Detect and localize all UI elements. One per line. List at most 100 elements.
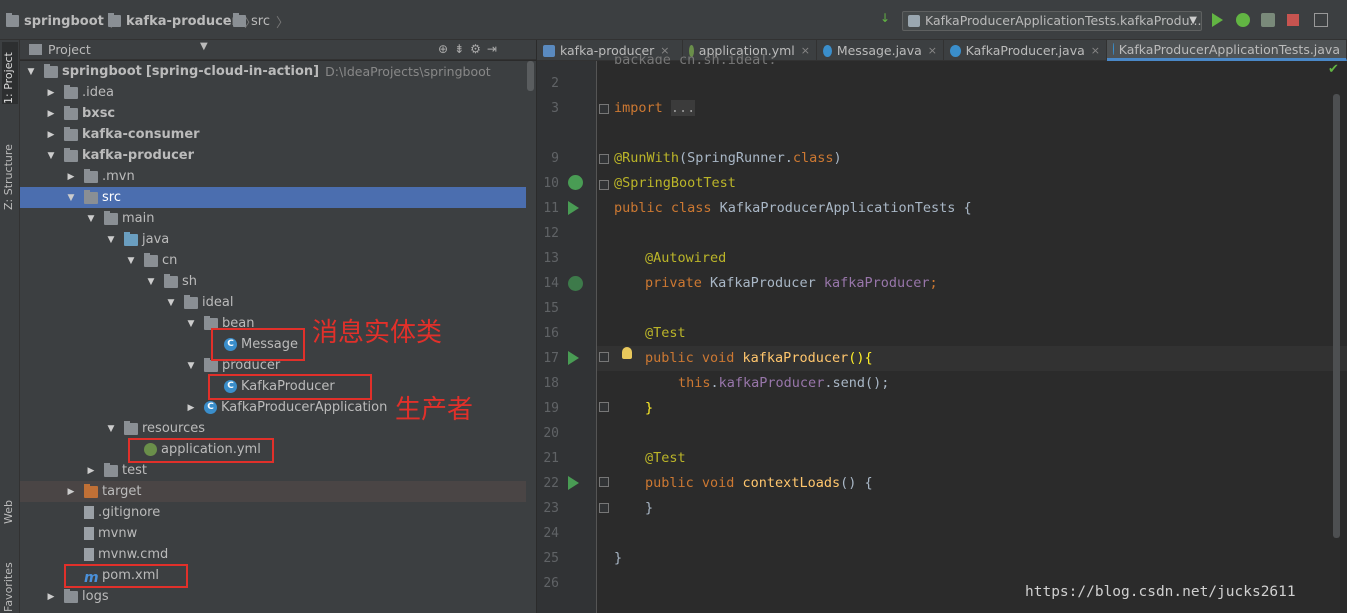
lightbulb-icon[interactable] [622,347,632,359]
collapsed-arrow-icon[interactable]: ▶ [66,172,76,182]
tree-node-label: bxsc [82,106,116,121]
breadcrumb-item-springboot[interactable]: springboot 〉 [6,12,123,31]
collapsed-arrow-icon[interactable]: ▶ [66,487,76,497]
fold-icon[interactable] [599,477,609,487]
close-icon[interactable]: × [801,44,810,57]
expanded-arrow-icon[interactable]: ▼ [146,277,156,287]
tree-node-java[interactable]: ▼ java [20,229,536,250]
tree-node-target[interactable]: ▶ target [20,481,536,502]
tree-node-label: kafka-producer [82,148,195,163]
excluded-folder-icon [84,483,98,498]
autowired-navigate-icon[interactable] [568,276,583,291]
tab-kafkaproducer-java[interactable]: KafkaProducer.java × [944,40,1107,61]
tree-node-kafka-consumer[interactable]: ▶ kafka-consumer [20,124,536,145]
gear-icon[interactable]: ⚙ [470,42,487,56]
tree-node-ideal[interactable]: ▼ ideal [20,292,536,313]
code-line-class-close: } [614,550,623,566]
tree-node-main[interactable]: ▼ main [20,208,536,229]
close-icon[interactable]: × [1091,44,1100,57]
tree-node-mvnw[interactable]: mvnw [20,523,536,544]
code-editor[interactable] [597,61,1347,613]
debug-icon[interactable] [1236,13,1250,27]
tree-node-kafka-producer[interactable]: ▼ kafka-producer [20,145,536,166]
highlight-box-pom [64,564,188,588]
chevron-down-icon[interactable]: ▼ [200,41,208,52]
line-number: 14 [543,276,559,291]
expanded-arrow-icon[interactable]: ▼ [186,361,196,371]
editor-scrollbar[interactable] [1333,94,1340,538]
tab-kafkaproducerapplicationtests-java[interactable]: KafkaProducerApplicationTests.java [1107,40,1347,61]
collapsed-arrow-icon[interactable]: ▶ [46,592,56,602]
spring-bean-icon[interactable] [568,175,583,190]
module-icon [543,44,555,57]
line-number: 13 [543,251,559,266]
collapsed-arrow-icon[interactable]: ▶ [46,88,56,98]
watermark: https://blog.csdn.net/jucks2611 [1025,584,1296,600]
fold-icon[interactable] [599,154,609,164]
tree-node-gitignore[interactable]: .gitignore [20,502,536,523]
expanded-arrow-icon[interactable]: ▼ [106,235,116,245]
project-structure-icon[interactable] [1314,13,1328,27]
expanded-arrow-icon[interactable]: ▼ [46,151,56,161]
folder-icon [84,189,98,204]
folder-icon [204,357,218,372]
hide-icon[interactable]: ⇥ [487,42,503,56]
run-test-method-icon[interactable] [568,476,579,490]
module-folder-icon [64,105,78,120]
tab-structure[interactable]: Z: Structure [2,126,18,210]
locate-icon[interactable]: ⊕ [438,42,454,56]
collapse-icon[interactable]: ⇟ [454,42,470,56]
fold-icon[interactable] [599,180,609,190]
tree-node-test[interactable]: ▶ test [20,460,536,481]
stop-icon[interactable] [1287,14,1299,26]
tree-node-mvnw-cmd[interactable]: mvnw.cmd [20,544,536,565]
expanded-arrow-icon[interactable]: ▼ [86,214,96,224]
run-test-class-icon[interactable] [568,201,579,215]
expanded-arrow-icon[interactable]: ▼ [26,67,36,77]
tree-node-bxsc[interactable]: ▶ bxsc [20,103,536,124]
collapsed-arrow-icon[interactable]: ▶ [46,109,56,119]
run-configuration-select[interactable]: KafkaProducerApplicationTests.kafkaProdu… [902,11,1202,31]
fold-icon[interactable] [599,402,609,412]
tree-node-springboot[interactable]: ▼ springboot [spring-cloud-in-action] D:\Id… [20,61,536,82]
tab-favorites[interactable]: Favorites [2,552,18,612]
tree-node-mvn[interactable]: ▶ .mvn [20,166,536,187]
tree-node-idea[interactable]: ▶ .idea [20,82,536,103]
folder-icon [64,588,78,603]
code-line-springboottest: @SpringBootTest [614,175,736,191]
scrollbar-thumb[interactable] [527,61,534,91]
close-icon[interactable]: × [928,44,937,57]
build-icon[interactable]: ↓ [880,11,894,25]
line-number: 25 [543,551,559,566]
run-test-method-icon[interactable] [568,351,579,365]
expanded-arrow-icon[interactable]: ▼ [166,298,176,308]
coverage-icon[interactable] [1261,13,1275,27]
fold-icon[interactable] [599,503,609,513]
expanded-arrow-icon[interactable]: ▼ [126,256,136,266]
expanded-arrow-icon[interactable]: ▼ [106,424,116,434]
code-line-import: import ... [614,100,696,116]
tab-web[interactable]: Web [2,490,18,524]
tree-node-logs[interactable]: ▶ logs [20,586,536,607]
fold-icon[interactable] [599,352,609,362]
project-scrollbar[interactable] [526,61,536,613]
line-number: 20 [543,426,559,441]
project-panel-title[interactable]: Project [48,42,91,57]
collapsed-arrow-icon[interactable]: ▶ [46,130,56,140]
collapsed-arrow-icon[interactable]: ▶ [86,466,96,476]
tab-message-java[interactable]: Message.java × [817,40,944,61]
code-line-send: this.kafkaProducer.send(); [678,375,890,391]
project-panel-tools: ⊕⇟⚙⇥ [438,42,503,56]
code-line-test-annotation-2: @Test [645,450,686,466]
breadcrumb-item-src[interactable]: src 〉 [233,12,289,31]
expanded-arrow-icon[interactable]: ▼ [66,193,76,203]
collapsed-arrow-icon[interactable]: ▶ [186,403,196,413]
fold-icon[interactable] [599,104,609,114]
expanded-arrow-icon[interactable]: ▼ [186,319,196,329]
run-icon[interactable] [1212,13,1223,27]
tree-node-sh[interactable]: ▼ sh [20,271,536,292]
tab-project[interactable]: 1: Project [2,42,18,104]
tree-node-application-yml[interactable]: application.yml [20,439,536,460]
tree-node-cn[interactable]: ▼ cn [20,250,536,271]
tree-node-src[interactable]: ▼ src [20,187,536,208]
